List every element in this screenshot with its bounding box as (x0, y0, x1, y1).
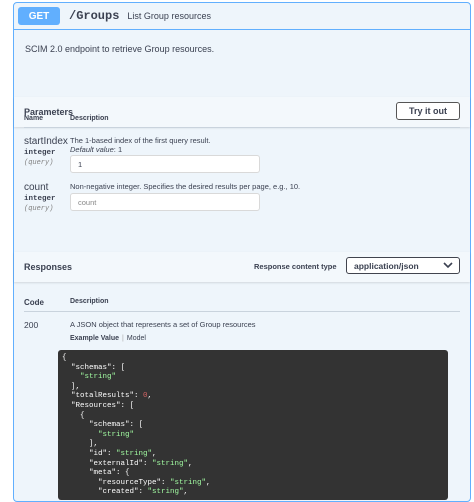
chevron-down-icon (443, 262, 453, 269)
example-value-code: { "schemas": [ "string" ], "totalResults… (58, 350, 448, 500)
param-description: Non-negative integer. Specifies the desi… (70, 182, 301, 191)
operation-path: /Groups (69, 9, 120, 23)
response-description: A JSON object that represents a set of G… (70, 320, 256, 329)
try-it-out-button[interactable]: Try it out (396, 102, 460, 120)
param-default: Default value: 1 (70, 145, 122, 154)
example-tabs: Example Value | Model (70, 335, 146, 342)
param-col-description: Description (70, 115, 109, 122)
operation-summary[interactable]: GET /Groups List Group resources (14, 3, 470, 30)
responses-title: Responses (24, 262, 73, 272)
response-col-description: Description (70, 298, 109, 305)
param-type: integer (24, 149, 56, 157)
default-label: Default value (70, 145, 114, 154)
response-col-code: Code (24, 298, 44, 307)
startindex-input[interactable]: 1 (70, 155, 260, 173)
parameters-header: Parameters Try it out (14, 97, 470, 127)
param-name-count: count (24, 182, 49, 193)
tab-separator: | (122, 335, 124, 342)
content-type-value: application/json (354, 260, 419, 271)
response-table-divider (24, 311, 460, 312)
param-name-startindex: startIndex (24, 136, 68, 147)
method-badge: GET (18, 7, 60, 25)
response-code: 200 (24, 320, 39, 330)
operation-description: SCIM 2.0 endpoint to retrieve Group reso… (25, 44, 215, 54)
default-value: : 1 (113, 145, 123, 154)
content-type-label: Response content type (254, 262, 337, 271)
param-col-name: Name (24, 115, 44, 122)
param-type: integer (24, 195, 56, 203)
param-table-divider (24, 127, 460, 128)
tab-example-value[interactable]: Example Value (70, 335, 119, 342)
tab-model[interactable]: Model (127, 335, 146, 342)
param-in: (query) (24, 205, 54, 213)
operation-summary-text: List Group resources (127, 11, 211, 21)
responses-header: Responses Response content type applicat… (14, 252, 470, 282)
count-input[interactable]: count (70, 193, 260, 211)
content-type-select[interactable]: application/json (346, 257, 460, 274)
param-in: (query) (24, 159, 54, 167)
param-description: The 1-based index of the first query res… (70, 136, 211, 145)
